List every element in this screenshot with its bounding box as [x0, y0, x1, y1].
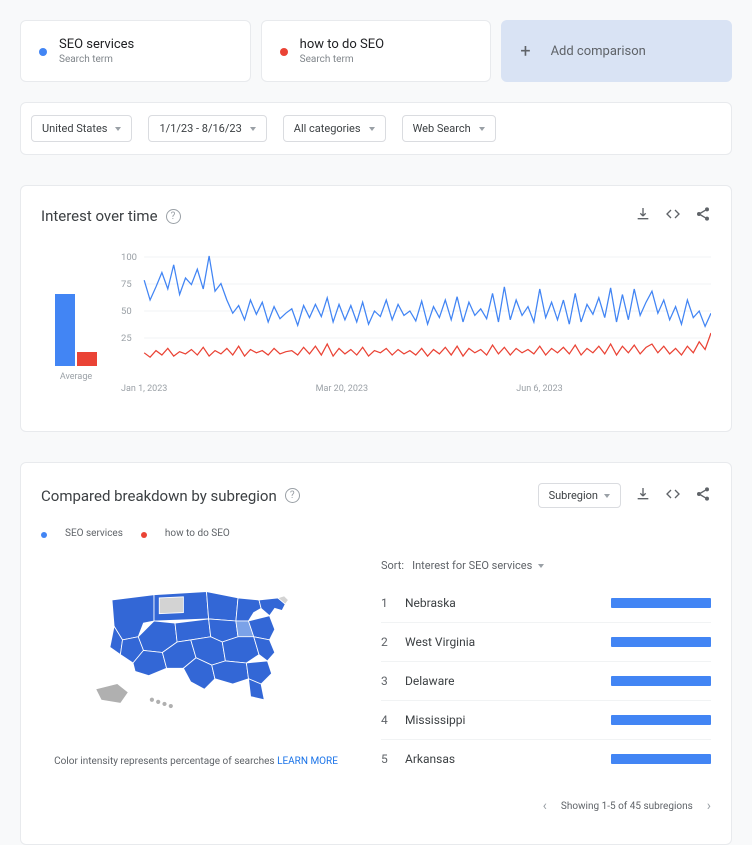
share-icon[interactable] — [695, 486, 711, 506]
region-rank: 3 — [381, 674, 405, 688]
region-row[interactable]: 1Nebraska — [381, 584, 711, 623]
help-icon[interactable]: ? — [166, 209, 181, 224]
filter-date-range[interactable]: 1/1/23 - 8/16/23 — [148, 115, 266, 142]
interest-over-time-panel: Interest over time ? Average 100 75 50 25 — [20, 185, 732, 432]
region-row[interactable]: 4Mississippi — [381, 701, 711, 740]
compare-term-sub: Search term — [300, 54, 384, 65]
avg-label: Average — [60, 372, 92, 382]
region-row[interactable]: 3Delaware — [381, 662, 711, 701]
interest-line-chart: 100 75 50 25 Jan 1, 2023 Mar 20, 2023 Jun 6… — [121, 246, 711, 401]
download-icon[interactable] — [635, 206, 651, 226]
help-icon[interactable]: ? — [285, 488, 300, 503]
legend-dot-red — [141, 532, 147, 538]
learn-more-link[interactable]: LEARN MORE — [277, 756, 338, 767]
region-bar — [611, 754, 711, 764]
avg-bar-blue — [55, 294, 75, 366]
sort-dropdown[interactable]: Interest for SEO services — [412, 559, 544, 572]
panel-title: Compared breakdown by subregion ? — [41, 487, 300, 505]
breakdown-panel: Compared breakdown by subregion ? Subreg… — [20, 462, 732, 845]
region-name: Arkansas — [405, 752, 611, 766]
pagination-text: Showing 1-5 of 45 subregions — [561, 801, 693, 812]
compare-term-1[interactable]: SEO services Search term — [20, 20, 251, 82]
filters-bar: United States 1/1/23 - 8/16/23 All categ… — [20, 102, 732, 155]
svg-text:50: 50 — [121, 306, 132, 317]
embed-icon[interactable] — [665, 486, 681, 506]
svg-text:75: 75 — [121, 279, 132, 290]
chevron-down-icon — [250, 127, 256, 131]
region-bar — [611, 637, 711, 647]
legend-label: how to do SEO — [165, 528, 230, 539]
x-tick: Mar 20, 2023 — [316, 384, 368, 394]
x-tick: Jun 6, 2023 — [516, 384, 562, 394]
add-comparison-label: Add comparison — [551, 44, 646, 59]
svg-text:100: 100 — [121, 252, 137, 263]
chevron-down-icon — [538, 564, 544, 568]
download-icon[interactable] — [635, 486, 651, 506]
chevron-down-icon — [479, 127, 485, 131]
legend-dot-blue — [41, 532, 47, 538]
region-name: Delaware — [405, 674, 611, 688]
add-comparison-button[interactable]: + Add comparison — [501, 20, 732, 82]
subregion-dropdown[interactable]: Subregion — [538, 483, 621, 508]
chevron-down-icon — [604, 494, 610, 498]
region-row[interactable]: 5Arkansas — [381, 740, 711, 778]
compare-term-label: SEO services — [59, 37, 134, 52]
filter-category[interactable]: All categories — [283, 115, 386, 142]
chevron-down-icon — [369, 127, 375, 131]
region-name: Mississippi — [405, 713, 611, 727]
region-name: Nebraska — [405, 596, 611, 610]
filter-region[interactable]: United States — [31, 115, 132, 142]
region-bar — [611, 598, 711, 608]
region-rank: 2 — [381, 635, 405, 649]
embed-icon[interactable] — [665, 206, 681, 226]
compare-term-2[interactable]: how to do SEO Search term — [261, 20, 492, 82]
region-name: West Virginia — [405, 635, 611, 649]
compare-term-sub: Search term — [59, 54, 134, 65]
region-rank: 1 — [381, 596, 405, 610]
share-icon[interactable] — [695, 206, 711, 226]
region-bar — [611, 715, 711, 725]
chevron-down-icon — [115, 127, 121, 131]
svg-text:25: 25 — [121, 333, 132, 344]
map-caption: Color intensity represents percentage of… — [54, 756, 338, 767]
series-dot-red — [280, 48, 288, 56]
legend-label: SEO services — [65, 528, 123, 539]
series-dot-blue — [39, 48, 47, 56]
next-page-button[interactable]: › — [707, 798, 711, 814]
sort-label: Sort: — [381, 559, 404, 572]
average-bars: Average — [41, 246, 111, 401]
compare-term-label: how to do SEO — [300, 37, 384, 52]
x-tick: Jan 1, 2023 — [121, 384, 167, 394]
panel-title: Interest over time ? — [41, 207, 181, 225]
us-map[interactable] — [91, 579, 301, 716]
region-row[interactable]: 2West Virginia — [381, 623, 711, 662]
filter-search-type[interactable]: Web Search — [402, 115, 496, 142]
avg-bar-red — [77, 352, 97, 366]
region-rank: 4 — [381, 713, 405, 727]
region-rank: 5 — [381, 752, 405, 766]
region-bar — [611, 676, 711, 686]
legend: SEO services how to do SEO — [41, 528, 711, 539]
prev-page-button[interactable]: ‹ — [543, 798, 547, 814]
plus-icon: + — [520, 41, 530, 62]
